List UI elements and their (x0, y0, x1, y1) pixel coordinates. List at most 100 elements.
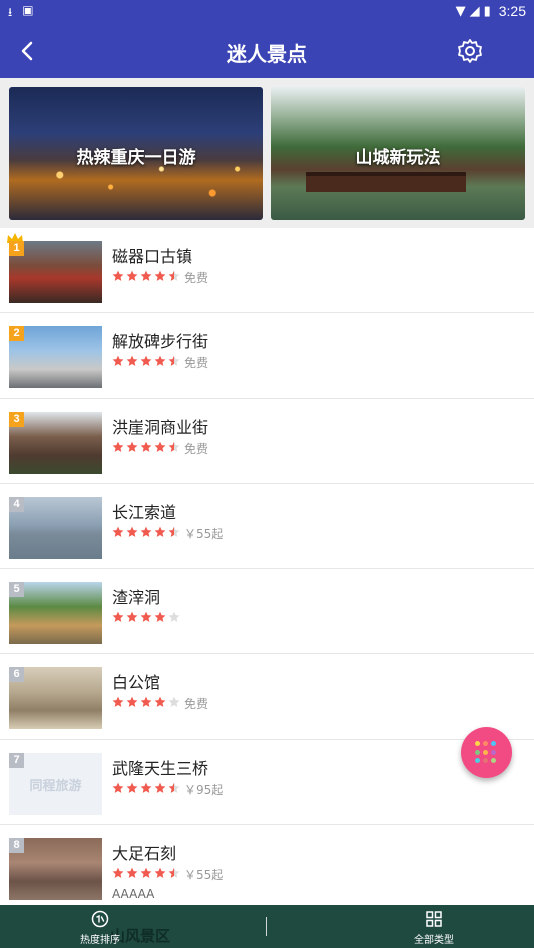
fab-menu-button[interactable] (461, 727, 512, 778)
banner-area: 热辣重庆一日游 山城新玩法 (0, 78, 534, 228)
star-full-icon (112, 270, 124, 281)
star-full-icon (126, 611, 138, 623)
list-item[interactable]: 1 磁器口古镇 免费 (0, 228, 534, 314)
hot-sort-icon (91, 910, 109, 928)
star-empty-icon (168, 611, 180, 623)
rating-stars (112, 526, 180, 538)
rating-stars (112, 441, 180, 453)
attraction-name: 武隆天生三桥 (112, 758, 209, 778)
star-full-icon (140, 867, 152, 878)
attraction-name: 磁器口古镇 (112, 247, 193, 266)
signal-icon: ◢ (469, 3, 480, 19)
rating-stars (112, 270, 180, 282)
status-bar: ⭳ ▣ ▼ ◢ ▮ 3:25 (0, 0, 534, 24)
tab-all-types[interactable]: 全部类型 (334, 905, 534, 948)
rank-badge: 6 (9, 667, 24, 683)
rank-badge: 2 (9, 326, 24, 342)
star-full-icon (154, 270, 166, 281)
star-full-icon (112, 526, 124, 537)
star-full-icon (154, 782, 166, 793)
list-item[interactable]: 8 大足石刻 ￥55起 AAAAA (0, 825, 534, 911)
rating-stars (112, 611, 180, 623)
star-full-icon (154, 526, 166, 537)
star-full-icon (126, 782, 138, 793)
list-item[interactable]: 5 渣滓洞 (0, 569, 534, 655)
list-item[interactable]: 4 长江索道 ￥55起 (0, 483, 534, 570)
back-button[interactable] (12, 36, 42, 66)
star-full-icon (154, 697, 166, 708)
list-item[interactable]: 3 洪崖洞商业街 免费 (0, 398, 534, 484)
attraction-price: 免费 (184, 271, 209, 285)
tab-divider (266, 917, 267, 936)
star-full-icon (140, 355, 152, 367)
star-full-icon (140, 611, 152, 623)
star-full-icon (126, 697, 138, 708)
star-full-icon (126, 270, 138, 281)
rating-stars (112, 355, 180, 367)
star-full-icon (126, 355, 138, 367)
star-full-icon (140, 270, 152, 281)
grid-icon (426, 911, 442, 927)
attraction-price: ￥95起 (184, 782, 224, 797)
star-full-icon (112, 697, 124, 708)
star-full-icon (140, 526, 152, 537)
star-full-icon (112, 441, 124, 452)
gear-icon (458, 39, 482, 63)
star-full-icon (154, 441, 166, 452)
rank-badge: 3 (9, 411, 24, 427)
bottom-bar: 山风景区 热度排序 全部类型 (0, 905, 534, 948)
star-full-icon (112, 355, 124, 367)
rank-badge: 4 (9, 496, 24, 512)
download-icon: ⭳ (8, 5, 13, 19)
attraction-name: 白公馆 (112, 673, 161, 693)
settings-button[interactable] (456, 37, 484, 65)
banner-mountain-city[interactable]: 山城新玩法 (271, 87, 525, 220)
attraction-price: ￥55起 (184, 526, 224, 541)
thumbnail-placeholder-logo: 同程旅游 (29, 778, 82, 794)
attraction-name: 解放碑步行街 (112, 332, 209, 352)
star-full-icon (154, 355, 166, 367)
page-title: 迷人景点 (227, 42, 307, 66)
star-half-icon (168, 270, 180, 281)
star-full-icon (154, 867, 166, 878)
battery-icon: ▮ (483, 3, 491, 19)
attraction-list: 1 磁器口古镇 免费 2 解放碑步行街 免费 3 洪崖洞商业街 免费 4 长江索… (0, 228, 534, 911)
attraction-price: ￥55起 (184, 868, 224, 883)
star-full-icon (112, 782, 124, 793)
wifi-icon: ▼ (455, 3, 466, 19)
star-full-icon (140, 697, 152, 708)
list-item[interactable]: 同程旅游 7 武隆天生三桥 ￥95起 (0, 739, 534, 826)
status-time: 3:25 (498, 3, 526, 19)
star-full-icon (112, 867, 124, 878)
attraction-name: 大足石刻 (112, 844, 177, 864)
star-half-icon (168, 355, 180, 367)
attraction-name: 长江索道 (112, 502, 177, 522)
pavilion-image (306, 172, 466, 192)
star-full-icon (126, 441, 138, 452)
rank-badge: 8 (9, 838, 24, 854)
attraction-name: 洪崖洞商业街 (112, 417, 209, 437)
star-full-icon (154, 611, 166, 623)
banner-chongqing-day-tour[interactable]: 热辣重庆一日游 (9, 87, 263, 220)
star-full-icon (140, 782, 152, 793)
attraction-price: 免费 (184, 697, 209, 712)
star-half-icon (168, 782, 180, 793)
app-bar: 迷人景点 (0, 24, 534, 78)
tab-hot-sort[interactable]: 热度排序 (0, 905, 200, 948)
tab-label: 全部类型 (414, 935, 454, 946)
star-empty-icon (168, 697, 180, 708)
banner-label: 热辣重庆一日游 (76, 148, 196, 168)
star-full-icon (126, 867, 138, 878)
apps-grid-icon (475, 741, 498, 764)
star-half-icon (168, 526, 180, 537)
attraction-price: 免费 (184, 441, 209, 456)
tab-label: 热度排序 (80, 935, 120, 946)
back-arrow-icon (21, 41, 33, 61)
rating-stars (112, 867, 180, 879)
star-full-icon (112, 611, 124, 623)
star-half-icon (168, 441, 180, 452)
list-item[interactable]: 2 解放碑步行街 免费 (0, 313, 534, 399)
rating-stars (112, 782, 180, 794)
rank-badge: 1 (9, 241, 24, 256)
list-item[interactable]: 6 白公馆 免费 (0, 654, 534, 740)
